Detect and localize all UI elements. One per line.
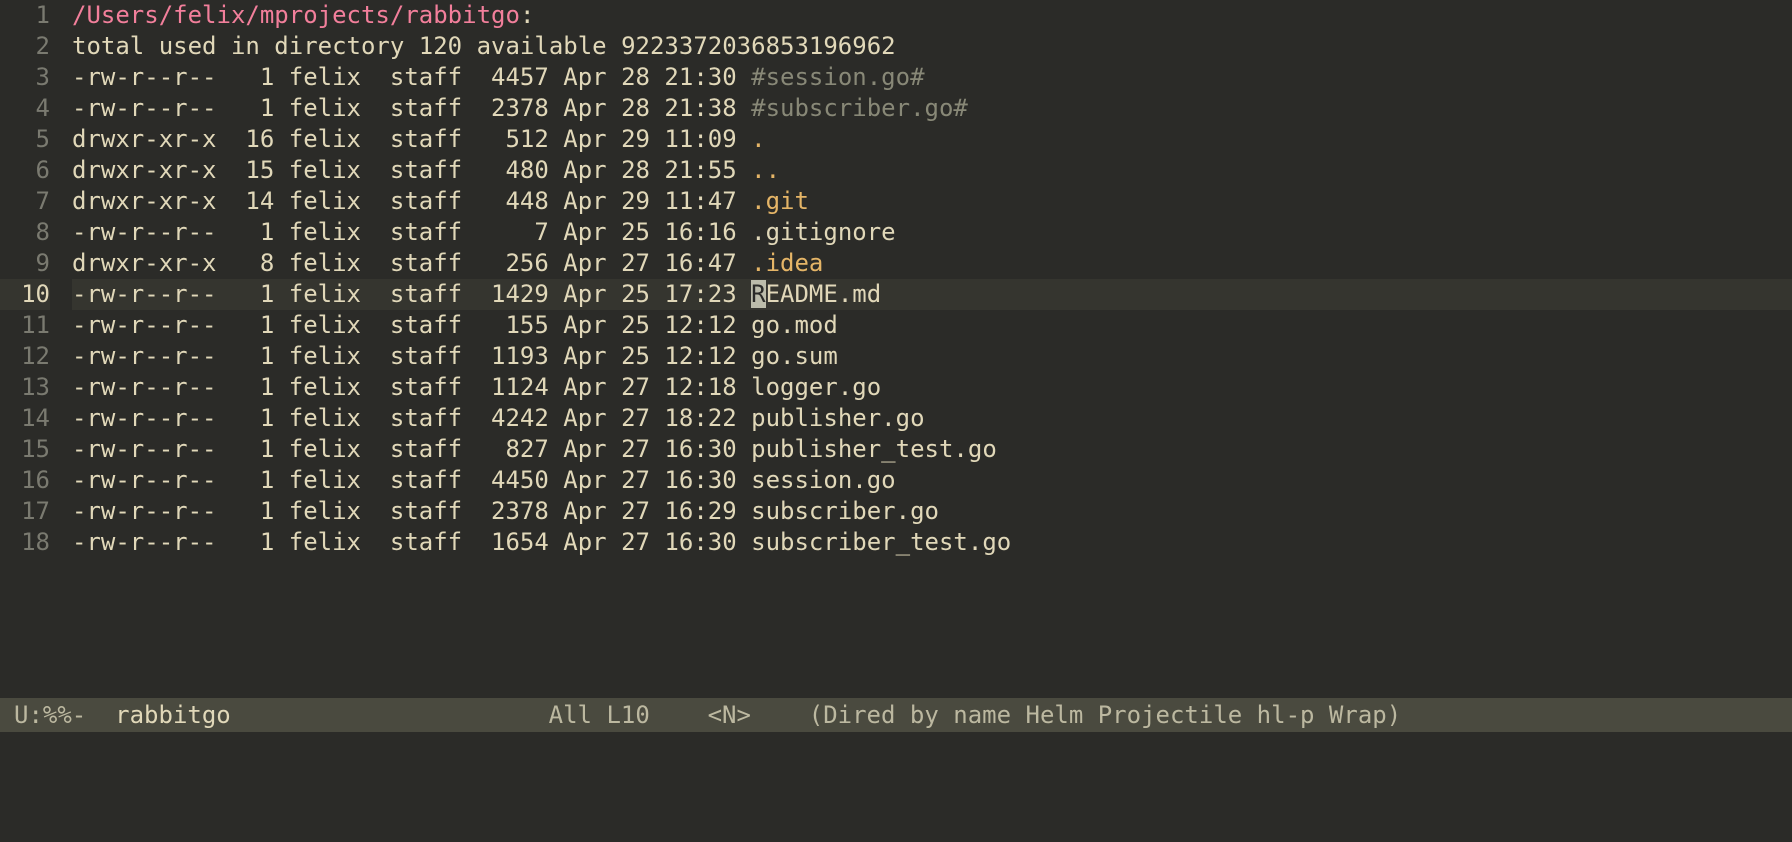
dired-entry-meta: drwxr-xr-x 8 felix staff 256 Apr 27 16:4… bbox=[72, 249, 751, 277]
line-number: 18 bbox=[0, 527, 50, 558]
dired-entry-name[interactable]: .gitignore bbox=[751, 218, 896, 246]
dired-entry-meta: -rw-r--r-- 1 felix staff 7 Apr 25 16:16 bbox=[72, 218, 751, 246]
dired-entry-meta: -rw-r--r-- 1 felix staff 1654 Apr 27 16:… bbox=[72, 528, 751, 556]
line-number: 1 bbox=[0, 0, 50, 31]
line-number: 7 bbox=[0, 186, 50, 217]
dired-content[interactable]: /Users/felix/mprojects/rabbitgo:total us… bbox=[58, 0, 1792, 698]
dired-entry[interactable]: -rw-r--r-- 1 felix staff 2378 Apr 28 21:… bbox=[72, 93, 1792, 124]
dired-entry-meta: -rw-r--r-- 1 felix staff 827 Apr 27 16:3… bbox=[72, 435, 751, 463]
dired-entry[interactable]: drwxr-xr-x 15 felix staff 480 Apr 28 21:… bbox=[72, 155, 1792, 186]
text-cursor: R bbox=[751, 280, 765, 308]
emacs-editor: 123456789101112131415161718 /Users/felix… bbox=[0, 0, 1792, 842]
modeline: U:%%- rabbitgo All L10 <N> (Dired by nam… bbox=[0, 698, 1792, 732]
line-number: 12 bbox=[0, 341, 50, 372]
dired-entry-meta: -rw-r--r-- 1 felix staff 1124 Apr 27 12:… bbox=[72, 373, 751, 401]
dired-entry-name[interactable]: go.mod bbox=[751, 311, 838, 339]
line-number: 3 bbox=[0, 62, 50, 93]
dired-entry-meta: drwxr-xr-x 15 felix staff 480 Apr 28 21:… bbox=[72, 156, 751, 184]
line-number: 4 bbox=[0, 93, 50, 124]
dired-entry[interactable]: drwxr-xr-x 14 felix staff 448 Apr 29 11:… bbox=[72, 186, 1792, 217]
dired-entry[interactable]: -rw-r--r-- 1 felix staff 4450 Apr 27 16:… bbox=[72, 465, 1792, 496]
dired-entry-meta: -rw-r--r-- 1 felix staff 1193 Apr 25 12:… bbox=[72, 342, 751, 370]
dired-entry-name[interactable]: .. bbox=[751, 156, 780, 184]
modeline-flags: U:%%- bbox=[14, 698, 86, 732]
line-number: 6 bbox=[0, 155, 50, 186]
dired-entry[interactable]: drwxr-xr-x 16 felix staff 512 Apr 29 11:… bbox=[72, 124, 1792, 155]
line-number: 16 bbox=[0, 465, 50, 496]
dired-entry-meta: -rw-r--r-- 1 felix staff 4242 Apr 27 18:… bbox=[72, 404, 751, 432]
modeline-modes: (Dired by name Helm Projectile hl-p Wrap… bbox=[809, 698, 1401, 732]
line-number: 10 bbox=[0, 279, 50, 310]
dired-entry-name[interactable]: . bbox=[751, 125, 765, 153]
dired-entry-meta: -rw-r--r-- 1 felix staff 4450 Apr 27 16:… bbox=[72, 466, 751, 494]
line-number: 5 bbox=[0, 124, 50, 155]
modeline-evil-state: <N> bbox=[708, 698, 751, 732]
dired-entry[interactable]: -rw-r--r-- 1 felix staff 1429 Apr 25 17:… bbox=[72, 279, 1792, 310]
dired-entry-name[interactable]: .idea bbox=[751, 249, 823, 277]
dired-entry[interactable]: -rw-r--r-- 1 felix staff 1654 Apr 27 16:… bbox=[72, 527, 1792, 558]
dired-entry[interactable]: -rw-r--r-- 1 felix staff 1124 Apr 27 12:… bbox=[72, 372, 1792, 403]
dired-entry[interactable]: drwxr-xr-x 8 felix staff 256 Apr 27 16:4… bbox=[72, 248, 1792, 279]
dired-entry[interactable]: -rw-r--r-- 1 felix staff 7 Apr 25 16:16 … bbox=[72, 217, 1792, 248]
dired-entry-meta: -rw-r--r-- 1 felix staff 155 Apr 25 12:1… bbox=[72, 311, 751, 339]
dired-header-path: /Users/felix/mprojects/rabbitgo: bbox=[72, 0, 1792, 31]
dired-entry-name[interactable]: session.go bbox=[751, 466, 896, 494]
dired-entry[interactable]: -rw-r--r-- 1 felix staff 4242 Apr 27 18:… bbox=[72, 403, 1792, 434]
line-number-gutter: 123456789101112131415161718 bbox=[0, 0, 58, 698]
line-number: 14 bbox=[0, 403, 50, 434]
line-number: 2 bbox=[0, 31, 50, 62]
dired-entry[interactable]: -rw-r--r-- 1 felix staff 1193 Apr 25 12:… bbox=[72, 341, 1792, 372]
dired-entry[interactable]: -rw-r--r-- 1 felix staff 827 Apr 27 16:3… bbox=[72, 434, 1792, 465]
dired-entry[interactable]: -rw-r--r-- 1 felix staff 2378 Apr 27 16:… bbox=[72, 496, 1792, 527]
dired-entry-meta: -rw-r--r-- 1 felix staff 1429 Apr 25 17:… bbox=[72, 280, 751, 308]
modeline-gap3 bbox=[751, 698, 809, 732]
dired-header-totals: total used in directory 120 available 92… bbox=[72, 31, 1792, 62]
modeline-spacer bbox=[86, 698, 115, 732]
line-number: 15 bbox=[0, 434, 50, 465]
line-number: 13 bbox=[0, 372, 50, 403]
dired-entry-name[interactable]: .git bbox=[751, 187, 809, 215]
modeline-position: All L10 bbox=[549, 698, 650, 732]
minibuffer[interactable] bbox=[0, 732, 1792, 842]
dired-entry-name[interactable]: subscriber.go bbox=[751, 497, 939, 525]
dired-entry-name[interactable]: README.md bbox=[751, 280, 881, 308]
dired-entry-name[interactable]: subscriber_test.go bbox=[751, 528, 1011, 556]
dired-buffer[interactable]: 123456789101112131415161718 /Users/felix… bbox=[0, 0, 1792, 698]
dired-entry-meta: -rw-r--r-- 1 felix staff 2378 Apr 28 21:… bbox=[72, 94, 751, 122]
dired-entry-name[interactable]: #session.go# bbox=[751, 63, 924, 91]
dired-entry-name[interactable]: publisher_test.go bbox=[751, 435, 997, 463]
dired-entry-name[interactable]: publisher.go bbox=[751, 404, 924, 432]
dired-entry-name[interactable]: #subscriber.go# bbox=[751, 94, 968, 122]
dired-entry-meta: -rw-r--r-- 1 felix staff 2378 Apr 27 16:… bbox=[72, 497, 751, 525]
dired-entry-meta: drwxr-xr-x 14 felix staff 448 Apr 29 11:… bbox=[72, 187, 751, 215]
dired-entry-meta: drwxr-xr-x 16 felix staff 512 Apr 29 11:… bbox=[72, 125, 751, 153]
line-number: 8 bbox=[0, 217, 50, 248]
dired-entry[interactable]: -rw-r--r-- 1 felix staff 155 Apr 25 12:1… bbox=[72, 310, 1792, 341]
dired-entry-name[interactable]: logger.go bbox=[751, 373, 881, 401]
line-number: 9 bbox=[0, 248, 50, 279]
dired-entry-meta: -rw-r--r-- 1 felix staff 4457 Apr 28 21:… bbox=[72, 63, 751, 91]
modeline-gap1 bbox=[231, 698, 549, 732]
modeline-gap2 bbox=[650, 698, 708, 732]
line-number: 11 bbox=[0, 310, 50, 341]
dired-entry-name[interactable]: go.sum bbox=[751, 342, 838, 370]
dired-entry[interactable]: -rw-r--r-- 1 felix staff 4457 Apr 28 21:… bbox=[72, 62, 1792, 93]
modeline-buffer-name: rabbitgo bbox=[115, 698, 231, 732]
line-number: 17 bbox=[0, 496, 50, 527]
